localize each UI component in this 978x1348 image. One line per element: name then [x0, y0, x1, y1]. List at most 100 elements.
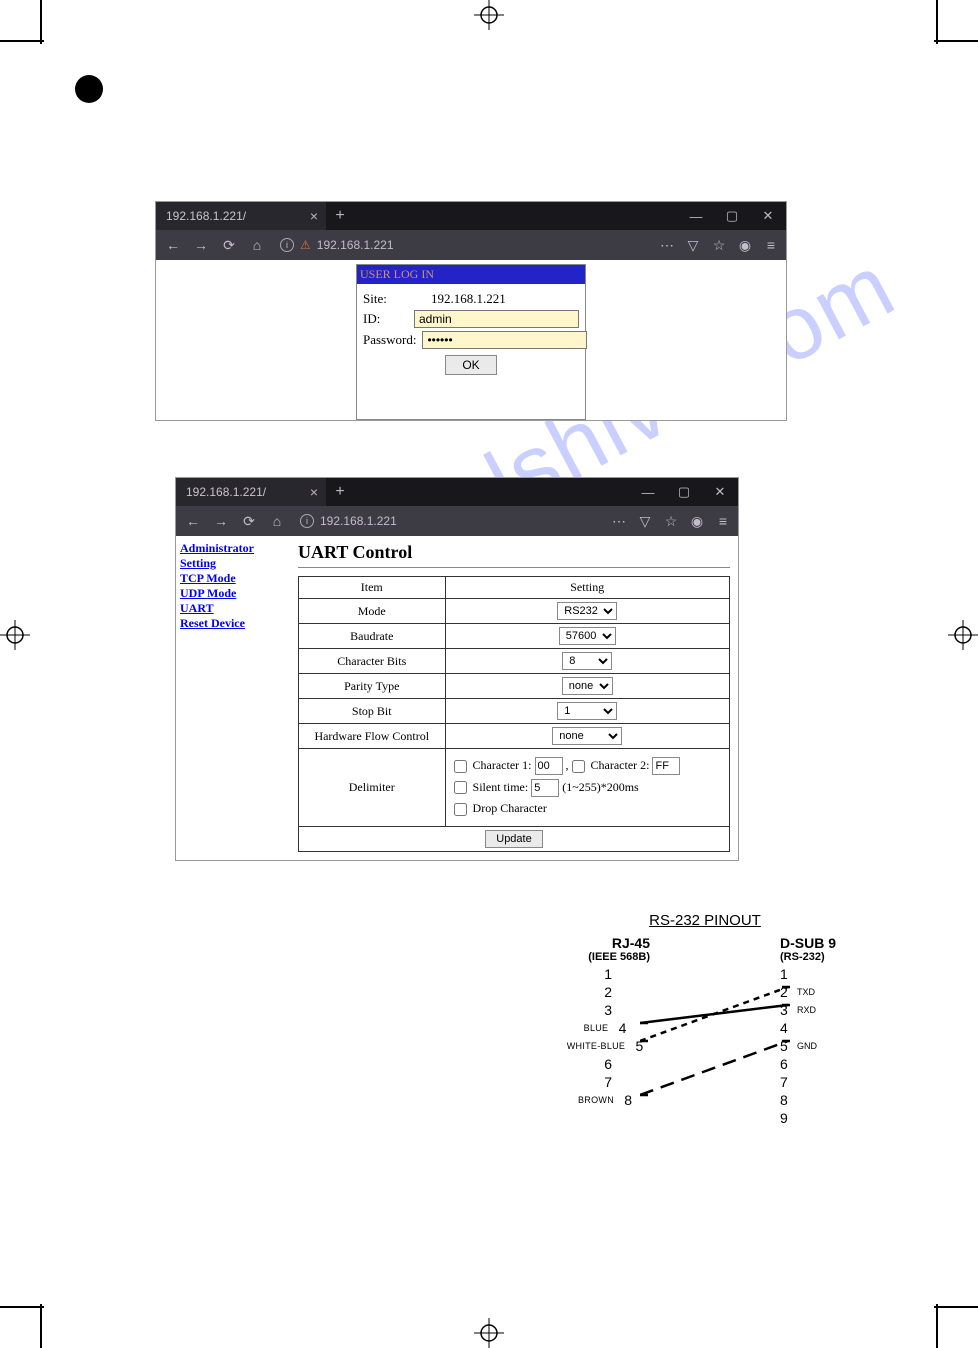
- silent-input[interactable]: [531, 779, 559, 797]
- row-hwflow-label: Hardware Flow Control: [299, 724, 446, 749]
- registration-mark-icon: [474, 0, 504, 30]
- rj45-pin: 6: [598, 1056, 612, 1072]
- page-content: Administrator Setting TCP Mode UDP Mode …: [176, 536, 738, 860]
- header-setting: Setting: [445, 577, 729, 599]
- site-value: 192.168.1.221: [431, 291, 506, 307]
- forward-icon[interactable]: →: [210, 513, 232, 529]
- url-bar[interactable]: i 192.168.1.221: [294, 514, 604, 528]
- row-stopbit-label: Stop Bit: [299, 699, 446, 724]
- char1-label: Character 1:: [473, 758, 532, 772]
- char1-checkbox[interactable]: [454, 760, 467, 773]
- char2-checkbox[interactable]: [572, 760, 585, 773]
- reader-icon[interactable]: ▽: [636, 513, 654, 530]
- mode-select[interactable]: RS232: [557, 602, 617, 620]
- url-text: 192.168.1.221: [320, 514, 397, 528]
- url-bar[interactable]: i ⚠ 192.168.1.221: [274, 238, 652, 252]
- home-icon[interactable]: ⌂: [246, 237, 268, 253]
- more-icon[interactable]: ⋯: [610, 513, 628, 530]
- reload-icon[interactable]: ⟳: [238, 513, 260, 530]
- crop-mark: [934, 40, 978, 42]
- hwflow-select[interactable]: none: [552, 727, 622, 745]
- row-parity-label: Parity Type: [299, 674, 446, 699]
- sidebar: Administrator Setting TCP Mode UDP Mode …: [176, 536, 284, 636]
- menu-icon[interactable]: ≡: [762, 237, 780, 253]
- dsub9-subheading: (RS-232): [780, 951, 850, 963]
- reload-icon[interactable]: ⟳: [218, 237, 240, 254]
- tab-title: 192.168.1.221/: [166, 209, 246, 223]
- drop-checkbox[interactable]: [454, 803, 467, 816]
- drop-label: Drop Character: [473, 801, 547, 815]
- crop-mark: [936, 0, 938, 44]
- bookmark-icon[interactable]: ☆: [662, 513, 680, 530]
- sidebar-link-reset[interactable]: Reset Device: [180, 616, 280, 631]
- site-info-icon[interactable]: i: [280, 238, 294, 252]
- stopbit-select[interactable]: 1: [557, 702, 617, 720]
- dsub9-heading: D-SUB 9: [780, 935, 850, 951]
- row-charbits-label: Character Bits: [299, 649, 446, 674]
- close-icon[interactable]: ✕: [750, 202, 786, 230]
- site-label: Site:: [363, 291, 425, 307]
- account-icon[interactable]: ◉: [688, 513, 706, 530]
- reader-icon[interactable]: ▽: [684, 237, 702, 254]
- close-icon[interactable]: ✕: [702, 478, 738, 506]
- charbits-select[interactable]: 8: [562, 652, 612, 670]
- baudrate-select[interactable]: 57600: [559, 627, 616, 645]
- password-label: Password:: [363, 332, 416, 348]
- update-button[interactable]: Update: [485, 830, 542, 848]
- ok-button[interactable]: OK: [445, 355, 496, 375]
- menu-icon[interactable]: ≡: [714, 513, 732, 529]
- titlebar: 192.168.1.221/ × + — ▢ ✕: [156, 202, 786, 230]
- pin-color: BLUE: [584, 1023, 609, 1033]
- home-icon[interactable]: ⌂: [266, 513, 288, 529]
- minimize-icon[interactable]: —: [678, 202, 714, 230]
- parity-select[interactable]: none: [562, 677, 613, 695]
- sidebar-link-udp[interactable]: UDP Mode: [180, 586, 280, 601]
- login-box: USER LOG IN Site: 192.168.1.221 ID: Pass…: [356, 264, 586, 420]
- pin-label: GND: [797, 1041, 817, 1051]
- id-input[interactable]: [414, 310, 579, 328]
- crop-mark: [0, 1306, 44, 1308]
- browser-tab[interactable]: 192.168.1.221/ ×: [156, 202, 326, 230]
- page-dot-marker: [75, 75, 103, 103]
- registration-mark-icon: [948, 620, 978, 650]
- id-label: ID:: [363, 311, 408, 327]
- row-delimiter-label: Delimiter: [299, 749, 446, 827]
- sidebar-link-administrator[interactable]: Administrator Setting: [180, 541, 280, 571]
- tab-title: 192.168.1.221/: [186, 485, 266, 499]
- login-title: USER LOG IN: [357, 265, 585, 284]
- forward-icon[interactable]: →: [190, 237, 212, 253]
- browser-window-login: 192.168.1.221/ × + — ▢ ✕ ← → ⟳ ⌂ i ⚠ 192…: [156, 202, 786, 420]
- minimize-icon[interactable]: —: [630, 478, 666, 506]
- titlebar: 192.168.1.221/ × + — ▢ ✕: [176, 478, 738, 506]
- account-icon[interactable]: ◉: [736, 237, 754, 254]
- rj45-subheading: (IEEE 568B): [560, 951, 650, 963]
- tab-close-icon[interactable]: ×: [310, 484, 318, 500]
- back-icon[interactable]: ←: [162, 237, 184, 253]
- crop-mark: [40, 1304, 42, 1348]
- new-tab-button[interactable]: +: [326, 202, 354, 230]
- bookmark-icon[interactable]: ☆: [710, 237, 728, 254]
- site-info-icon[interactable]: i: [300, 514, 314, 528]
- char1-input[interactable]: [535, 757, 563, 775]
- maximize-icon[interactable]: ▢: [666, 478, 702, 506]
- more-icon[interactable]: ⋯: [658, 237, 676, 254]
- char2-input[interactable]: [652, 757, 680, 775]
- rj45-heading: RJ-45: [560, 935, 650, 951]
- sidebar-link-tcp[interactable]: TCP Mode: [180, 571, 280, 586]
- toolbar: ← → ⟳ ⌂ i 192.168.1.221 ⋯ ▽ ☆ ◉ ≡: [176, 506, 738, 536]
- new-tab-button[interactable]: +: [326, 478, 354, 506]
- header-item: Item: [299, 577, 446, 599]
- silent-checkbox[interactable]: [454, 781, 467, 794]
- password-input[interactable]: [422, 331, 587, 349]
- back-icon[interactable]: ←: [182, 513, 204, 529]
- row-mode-label: Mode: [299, 599, 446, 624]
- tab-close-icon[interactable]: ×: [310, 208, 318, 224]
- maximize-icon[interactable]: ▢: [714, 202, 750, 230]
- browser-tab[interactable]: 192.168.1.221/ ×: [176, 478, 326, 506]
- divider: [298, 567, 730, 568]
- sidebar-link-uart[interactable]: UART: [180, 601, 280, 616]
- rj45-pin: 3: [598, 1002, 612, 1018]
- rj45-pin: 4: [612, 1020, 626, 1036]
- rj45-pin: 8: [618, 1092, 632, 1108]
- registration-mark-icon: [0, 620, 30, 650]
